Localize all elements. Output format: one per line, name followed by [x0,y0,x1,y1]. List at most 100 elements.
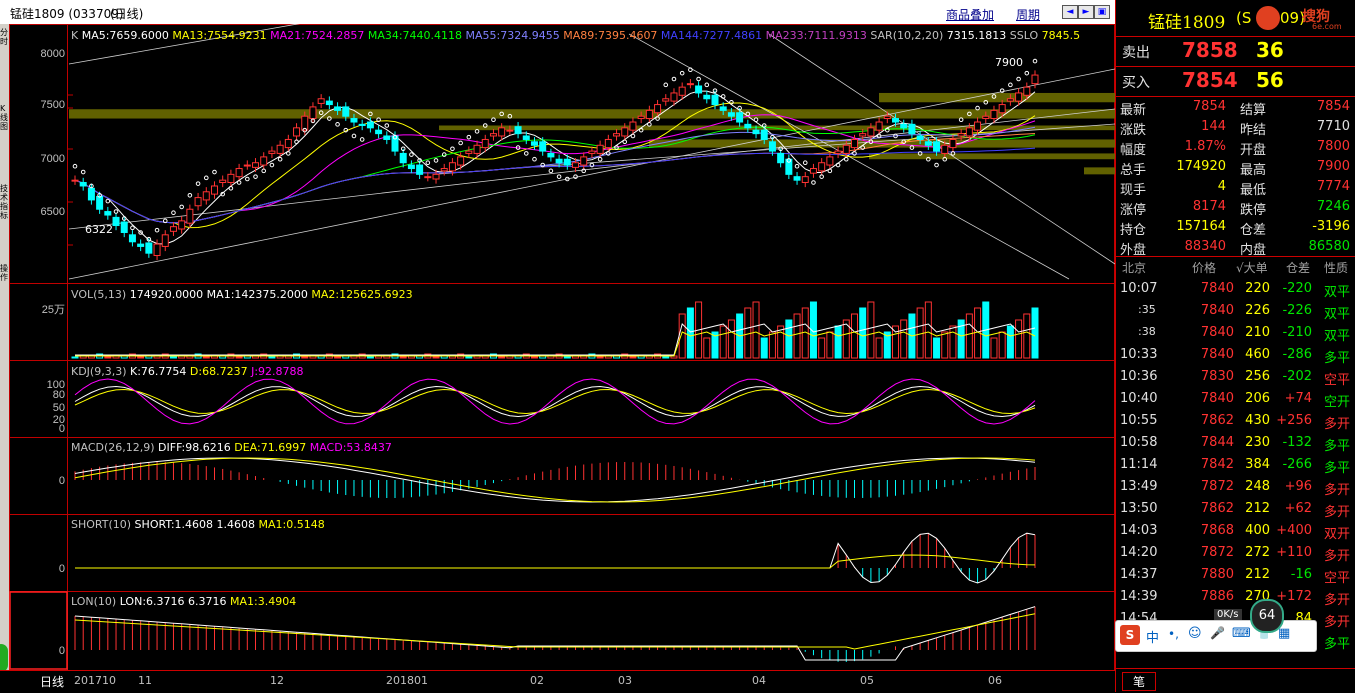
candlestick [112,212,120,231]
sar-dot [269,162,275,168]
kdj-j-line [74,378,1036,425]
sar-dot [171,210,176,216]
candlestick [809,163,817,178]
volume-bar [933,337,941,359]
sidebar-tab-operate[interactable]: 操作 [0,264,9,282]
trade-price: 7844 [1200,435,1234,450]
x-tick: 02 [530,674,544,687]
ask-price: 7858 [1182,38,1238,62]
trade-nature: 双平 [1323,307,1350,322]
candlestick [325,96,333,110]
nav-left-button[interactable]: ◄ [1062,5,1078,19]
candlestick [793,172,801,185]
price-pane [68,24,1115,280]
period-tab[interactable]: 日线 [40,673,64,690]
ime-chinese-mode[interactable]: 中 [1146,627,1159,646]
overlay-commodity-link[interactable]: 商品叠加 [946,6,994,23]
nav-right-button[interactable]: ► [1078,5,1094,19]
speed-badge[interactable]: 64 [1250,599,1284,633]
candlestick [703,90,711,104]
quote-stat-row: 幅度 1.87% 开盘 7800 [1116,137,1355,158]
trade-header-bigorder[interactable]: √大单 [1236,259,1268,276]
x-tick: 11 [138,674,152,687]
volume-bar [900,319,908,359]
indicator-value: MA21:7524.2857 [267,29,365,42]
volume-bar [235,356,243,359]
macd-indicator-header: MACD(26,12,9) DIFF:98.6216 DEA:71.6997 M… [71,441,392,454]
stat-label: 开盘 [1240,143,1267,158]
candlestick [358,119,366,131]
lon-pane [74,606,1036,662]
instrument-title: 锰硅1809 (033709) [10,7,124,21]
trade-header-price: 价格 [1192,261,1217,275]
sidebar-tab-timeshare[interactable]: 分时 [0,28,9,46]
sidebar-tab-kline[interactable]: K线图 [0,104,9,131]
short-indicator-header: SHORT(10) SHORT:1.4608 1.4608 MA1:0.5148 [71,518,325,531]
logo-icon [1256,6,1280,30]
ime-punct[interactable]: •, [1168,627,1179,641]
tick-tab[interactable]: 笔 [1122,672,1157,691]
trade-price: 7840 [1200,391,1234,406]
trade-price: 7862 [1200,413,1234,428]
trade-nature: 多平 [1323,351,1350,366]
trade-nature: 多开 [1323,417,1350,432]
indicator-value: MA5:7659.6000 [78,29,169,42]
stat-label: 结算 [1240,103,1267,118]
indicator-value: 7845.5 [1038,29,1080,42]
ime-mic-icon[interactable]: 🎤 [1210,626,1225,640]
sogou-ime-icon[interactable]: S [1120,625,1140,645]
layout-button[interactable]: ▣ [1094,5,1110,19]
indicator-value: J:92.8788 [248,365,304,378]
ime-emoji-icon[interactable]: ☺ [1188,626,1202,641]
indicator-value: MA1:142375.2000 [203,288,308,301]
volume-bar [727,319,735,359]
short-line [75,532,1036,584]
stat-value: 7900 [1316,159,1350,174]
price-tick-8000: 8000 [41,48,65,60]
kdj-indicator-header: KDJ(9,3,3) K:76.7754 D:68.7237 J:92.8788 [71,365,304,378]
volume-bar [366,356,374,359]
indicator-value: 6.3716 [185,595,227,608]
trade-nature: 多开 [1323,593,1350,608]
ime-toolbar[interactable]: S 中 •, ☺ 🎤 ⌨ 👕 ▦ 0K/s 64 [1115,599,1317,652]
sar-dot [729,99,734,105]
kline-chart[interactable]: K MA5:7659.6000 MA13:7554.9231 MA21:7524… [9,24,1115,670]
sar-dot [679,70,685,76]
trade-time: 14:39 [1120,589,1158,604]
candlestick [407,160,415,174]
green-round-icon[interactable] [0,644,8,672]
macd-dea-line [74,457,1036,503]
sar-dot [72,163,78,169]
trade-oi-diff: -132 [1282,435,1312,450]
candlestick [489,129,497,141]
indicator-value: 7315.1813 [943,29,1006,42]
candlestick [613,129,621,141]
period-link[interactable]: 周期 [1016,6,1040,23]
support-resistance-band [879,92,1115,103]
trade-row: :35 7840 226 -226 双平 [1116,300,1355,322]
candlestick [801,172,809,188]
trade-price: 7840 [1200,325,1234,340]
quote-stat-row: 持仓 157164 仓差 -3196 [1116,217,1355,238]
trade-nature: 双平 [1323,285,1350,300]
sar-dot [253,174,258,179]
sar-dot [556,174,562,179]
volume-bar [990,337,998,359]
sar-dot [704,82,710,88]
stat-value: 4 [1217,179,1226,194]
logo-subtext: 6e.com [1312,22,1342,31]
trade-volume: 460 [1245,347,1270,362]
sar-dot [523,151,529,156]
stat-label: 幅度 [1120,143,1147,158]
ime-keyboard-icon[interactable]: ⌨ [1232,626,1251,641]
sar-dot [245,176,250,182]
lon-indicator-header: LON(10) LON:6.3716 6.3716 MA1:3.4904 [71,595,296,608]
volume-bar [850,313,858,359]
indicator-value: SSLO [1006,29,1038,42]
volume-bar [859,307,867,359]
trade-time: 11:14 [1120,457,1158,472]
trade-nature: 多开 [1323,505,1350,520]
candlestick [399,148,407,168]
sidebar-tab-indicators[interactable]: 技术指标 [0,184,9,220]
x-tick: 05 [860,674,874,687]
